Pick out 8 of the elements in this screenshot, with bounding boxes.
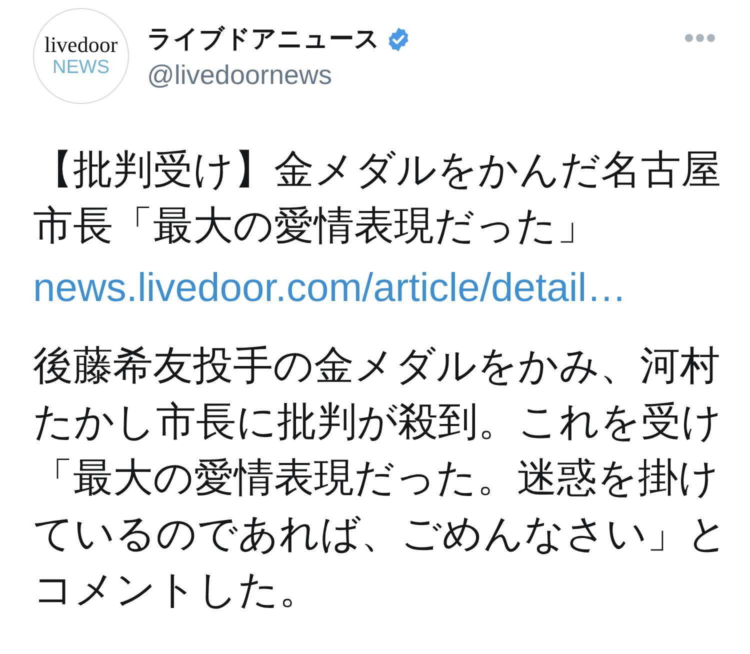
logo-text: livedoor [44,34,118,56]
user-handle[interactable]: @livedoornews [147,58,684,92]
logo-text: NEWS [52,58,110,78]
more-icon[interactable] [684,33,716,43]
tweet-text: 後藤希友投手の金メダルをかみ、河村たかし市長に批判が殺到。これを受け「最大の愛情表現だった。迷惑を掛けているのであれば、ごめんなさい」とコメントした。 [33,343,729,614]
avatar-logo[interactable]: livedoor NEWS [33,8,129,104]
display-name[interactable]: ライブドアニュース [147,22,380,56]
tweet-headline: 【批判受け】金メダルをかんだ名古屋市長「最大の愛情表現だった」 [33,147,722,250]
